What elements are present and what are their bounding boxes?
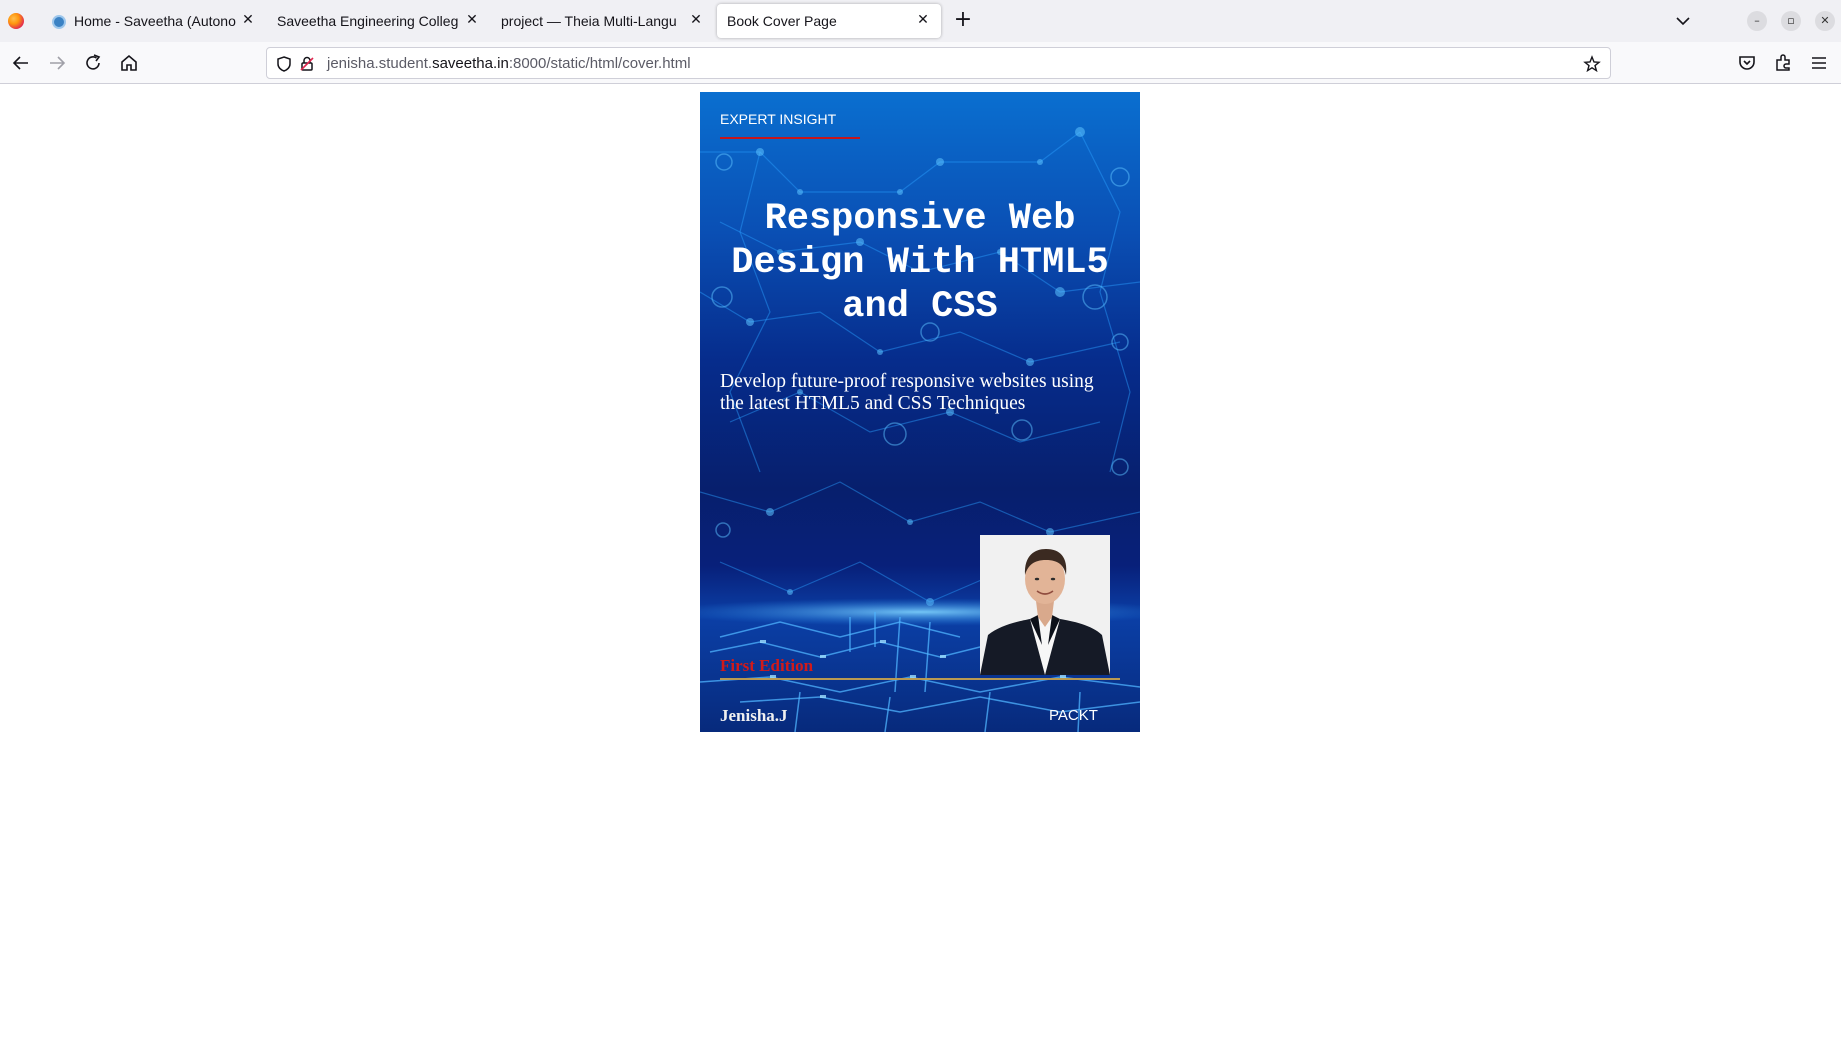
home-icon[interactable] [117,51,141,75]
forward-arrow-icon[interactable] [45,51,69,75]
book-cover: EXPERT INSIGHT Responsive Web Design Wit… [700,92,1140,732]
menu-hamburger-icon[interactable] [1807,51,1831,75]
tab-home-saveetha[interactable]: Home - Saveetha (Autono ✕ [40,4,258,38]
url-prefix: jenisha.student. [327,55,433,72]
navigation-toolbar: jenisha.student.saveetha.in:8000/static/… [0,42,1841,84]
insecure-lock-icon[interactable] [298,55,316,73]
close-window-icon[interactable]: ✕ [1815,11,1835,31]
close-tab-icon[interactable]: ✕ [240,12,256,28]
restore-icon[interactable]: ▫ [1781,11,1801,31]
new-tab-button[interactable]: + [950,8,976,34]
edition-label: First Edition [720,656,814,675]
list-all-tabs-icon[interactable] [1672,10,1694,32]
tab-title: Book Cover Page [727,13,837,29]
author-name: Jenisha.J [720,706,788,725]
author-photo [980,535,1110,675]
tab-book-cover-page[interactable]: Book Cover Page ✕ [717,4,941,38]
extensions-icon[interactable] [1771,51,1795,75]
series-underline [720,137,860,139]
bookmark-star-icon[interactable] [1583,55,1601,73]
tab-title: project — Theia Multi-Langu [501,13,677,29]
book-title: Responsive Web Design With HTML5 and CSS [731,198,1109,328]
tab-title: Saveetha Engineering Colleg [277,13,459,29]
minimize-icon[interactable]: – [1747,11,1767,31]
book-subtitle: Develop future-proof responsive websites… [720,371,1094,414]
tab-theia-project[interactable]: project — Theia Multi-Langu ✕ [488,4,706,38]
shield-icon[interactable] [275,55,293,73]
tab-strip: Home - Saveetha (Autono ✕ Saveetha Engin… [0,0,1841,42]
close-tab-icon[interactable]: ✕ [915,12,931,28]
pocket-icon[interactable] [1735,51,1759,75]
tab-saveetha-engineering[interactable]: Saveetha Engineering Colleg ✕ [264,4,482,38]
reload-icon[interactable] [81,51,105,75]
publisher-name: PACKT [1049,707,1098,724]
back-arrow-icon[interactable] [9,51,33,75]
firefox-icon[interactable] [8,13,24,29]
url-host: saveetha.in [432,55,509,72]
gold-divider [720,678,1120,680]
url-text[interactable]: jenisha.student.saveetha.in:8000/static/… [327,55,691,72]
site-favicon-icon [52,15,66,29]
series-label: EXPERT INSIGHT [720,111,837,127]
address-bar[interactable]: jenisha.student.saveetha.in:8000/static/… [266,47,1611,79]
close-tab-icon[interactable]: ✕ [464,12,480,28]
tab-title: Home - Saveetha (Autono [74,13,236,29]
close-tab-icon[interactable]: ✕ [688,12,704,28]
url-path: :8000/static/html/cover.html [508,55,691,72]
page-viewport: EXPERT INSIGHT Responsive Web Design Wit… [0,85,1841,1043]
author-portrait-image [980,535,1110,675]
